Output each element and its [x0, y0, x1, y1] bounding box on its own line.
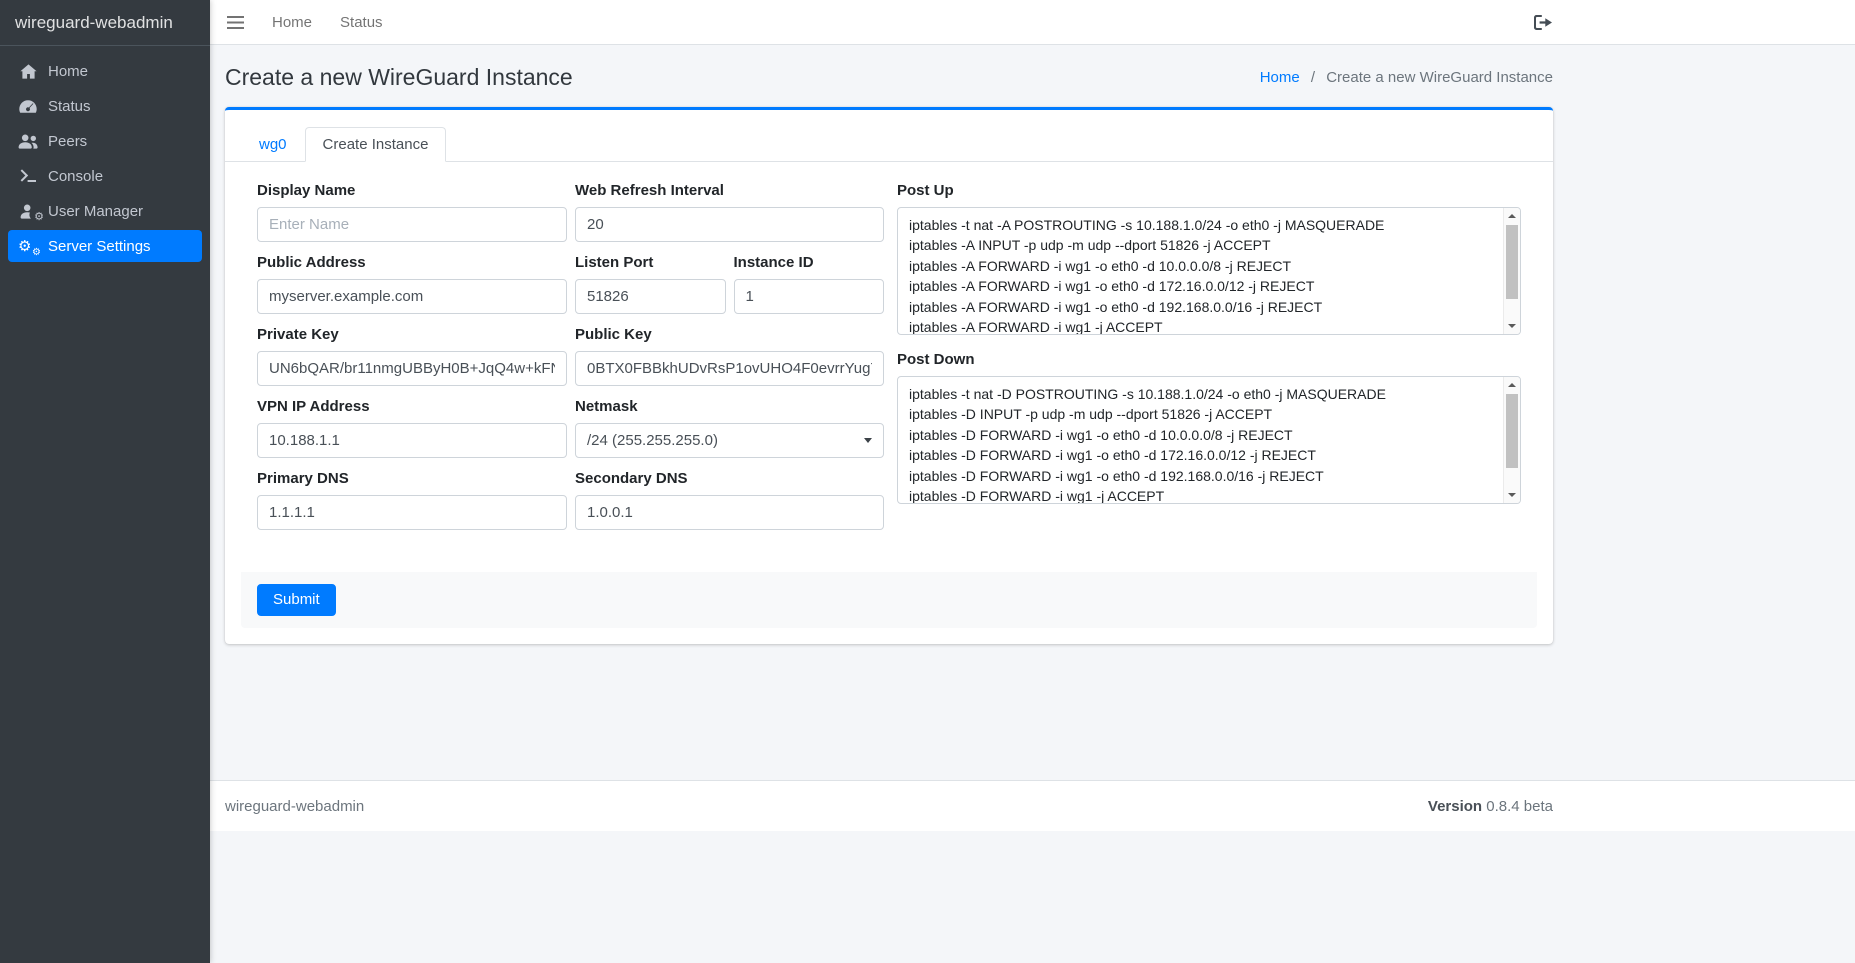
gears-icon: ⚙⚙ — [16, 238, 40, 255]
breadcrumb: Home / Create a new WireGuard Instance — [1260, 69, 1553, 86]
post-down-text: iptables -t nat -D POSTROUTING -s 10.188… — [898, 377, 1520, 503]
post-up-label: Post Up — [897, 182, 1521, 200]
submit-button[interactable]: Submit — [257, 584, 336, 616]
users-icon — [16, 134, 40, 149]
breadcrumb-separator: / — [1311, 69, 1315, 86]
scroll-down-icon[interactable] — [1504, 487, 1520, 503]
menu-toggle-button[interactable] — [225, 14, 246, 31]
scroll-up-icon[interactable] — [1504, 208, 1520, 224]
sidebar-item-peers[interactable]: Peers — [8, 125, 202, 157]
tab-create-instance[interactable]: Create Instance — [305, 127, 447, 162]
sidebar-item-home[interactable]: Home — [8, 55, 202, 87]
sidebar-item-label: Home — [48, 63, 88, 80]
app-root: wireguard-webadmin Home Status Peers — [0, 0, 1855, 963]
vpn-ip-address-input[interactable] — [257, 423, 567, 458]
web-refresh-interval-label: Web Refresh Interval — [575, 182, 884, 200]
secondary-dns-input[interactable] — [575, 495, 884, 530]
display-name-input[interactable] — [257, 207, 567, 242]
field-public-key: Public Key — [575, 326, 884, 386]
sidebar-item-label: User Manager — [48, 203, 143, 220]
scroll-down-icon[interactable] — [1504, 318, 1520, 334]
instance-id-label: Instance ID — [734, 254, 885, 272]
sidebar-item-server-settings[interactable]: ⚙⚙ Server Settings — [8, 230, 202, 262]
field-primary-dns: Primary DNS — [257, 470, 567, 530]
public-address-input[interactable] — [257, 279, 567, 314]
sidebar-nav: Home Status Peers Console — [0, 46, 210, 274]
tab-wg0[interactable]: wg0 — [241, 127, 305, 162]
field-netmask: Netmask /24 (255.255.255.0) — [575, 398, 884, 458]
listen-port-label: Listen Port — [575, 254, 726, 272]
scrollbar-thumb[interactable] — [1506, 394, 1518, 468]
listen-port-input[interactable] — [575, 279, 726, 314]
sidebar-item-status[interactable]: Status — [8, 90, 202, 122]
sidebar-item-label: Console — [48, 168, 103, 185]
instance-id-input[interactable] — [734, 279, 885, 314]
content-header: Create a new WireGuard Instance Home / C… — [225, 61, 1553, 93]
field-private-key: Private Key — [257, 326, 567, 386]
user-gear-icon: ⚙ — [16, 204, 40, 219]
field-public-address: Public Address — [257, 254, 567, 314]
scrollbar-track[interactable] — [1504, 393, 1520, 487]
breadcrumb-home-link[interactable]: Home — [1260, 69, 1300, 86]
post-up-textarea[interactable]: iptables -t nat -A POSTROUTING -s 10.188… — [897, 207, 1521, 335]
field-instance-id: Instance ID — [734, 254, 885, 314]
field-display-name: Display Name — [257, 182, 567, 242]
netmask-select[interactable]: /24 (255.255.255.0) — [575, 423, 884, 458]
brand-link[interactable]: wireguard-webadmin — [0, 0, 210, 46]
form-footer: Submit — [241, 572, 1537, 628]
field-secondary-dns: Secondary DNS — [575, 470, 884, 530]
sidebar-item-label: Server Settings — [48, 238, 151, 255]
web-refresh-interval-input[interactable] — [575, 207, 884, 242]
version-label: Version — [1428, 798, 1482, 815]
secondary-dns-label: Secondary DNS — [575, 470, 884, 488]
gauge-icon — [16, 99, 40, 113]
post-up-scrollbar[interactable] — [1503, 208, 1520, 334]
sidebar-item-label: Status — [48, 98, 91, 115]
instance-card: wg0 Create Instance Display Name — [225, 107, 1553, 644]
field-listen-port: Listen Port — [575, 254, 726, 314]
public-address-label: Public Address — [257, 254, 567, 272]
field-vpn-ip-address: VPN IP Address — [257, 398, 567, 458]
private-key-input[interactable] — [257, 351, 567, 386]
version-info: Version 0.8.4 beta — [1428, 798, 1553, 815]
field-web-refresh-interval: Web Refresh Interval — [575, 182, 884, 242]
display-name-label: Display Name — [257, 182, 567, 200]
post-up-text: iptables -t nat -A POSTROUTING -s 10.188… — [898, 208, 1520, 334]
topnav-link-status[interactable]: Status — [326, 14, 397, 31]
sidebar-item-label: Peers — [48, 133, 87, 150]
field-post-up: Post Up iptables -t nat -A POSTROUTING -… — [897, 182, 1521, 335]
breadcrumb-current: Create a new WireGuard Instance — [1326, 69, 1553, 86]
field-post-down: Post Down iptables -t nat -D POSTROUTING… — [897, 351, 1521, 504]
post-down-scrollbar[interactable] — [1503, 377, 1520, 503]
main-area: Home Status Create a new WireGuard Insta… — [210, 0, 1855, 963]
sign-out-icon[interactable] — [1534, 15, 1553, 30]
post-down-label: Post Down — [897, 351, 1521, 369]
sidebar-item-user-manager[interactable]: ⚙ User Manager — [8, 195, 202, 227]
primary-dns-input[interactable] — [257, 495, 567, 530]
version-value: 0.8.4 beta — [1486, 798, 1553, 815]
scrollbar-track[interactable] — [1504, 224, 1520, 318]
primary-dns-label: Primary DNS — [257, 470, 567, 488]
scroll-up-icon[interactable] — [1504, 377, 1520, 393]
page-footer: wireguard-webadmin Version 0.8.4 beta — [210, 780, 1855, 831]
page-title: Create a new WireGuard Instance — [225, 61, 573, 93]
sidebar-item-console[interactable]: Console — [8, 160, 202, 192]
vpn-ip-address-label: VPN IP Address — [257, 398, 567, 416]
netmask-label: Netmask — [575, 398, 884, 416]
sidebar: wireguard-webadmin Home Status Peers — [0, 0, 210, 963]
instance-form: Display Name Web Refresh Interval — [225, 162, 1553, 644]
footer-brand: wireguard-webadmin — [225, 798, 364, 815]
brand-title: wireguard-webadmin — [15, 13, 173, 33]
terminal-icon — [16, 169, 40, 183]
private-key-label: Private Key — [257, 326, 567, 344]
public-key-label: Public Key — [575, 326, 884, 344]
post-down-textarea[interactable]: iptables -t nat -D POSTROUTING -s 10.188… — [897, 376, 1521, 504]
topnav-link-home[interactable]: Home — [258, 14, 326, 31]
public-key-input[interactable] — [575, 351, 884, 386]
content-area: Create a new WireGuard Instance Home / C… — [210, 45, 1855, 780]
scrollbar-thumb[interactable] — [1506, 225, 1518, 299]
instance-tabs: wg0 Create Instance — [225, 110, 1553, 162]
home-icon — [16, 64, 40, 79]
top-navbar: Home Status — [210, 0, 1855, 45]
